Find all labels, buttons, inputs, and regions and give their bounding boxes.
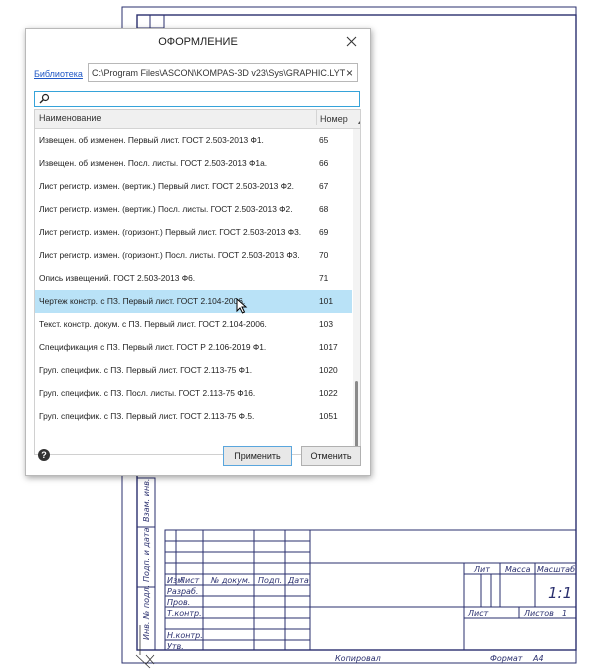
- table-row[interactable]: Чертеж констр. с ПЗ. Первый лист. ГОСТ 2…: [35, 290, 352, 313]
- stamp-role-prov: Пров.: [167, 598, 190, 607]
- row-number: 1022: [319, 388, 338, 398]
- table-row[interactable]: Лист регистр. измен. (горизонт.) Первый …: [35, 221, 352, 244]
- row-number: 71: [319, 273, 329, 283]
- layouts-table: Наименование Номер ▲ Извещен. об изменен…: [34, 109, 361, 455]
- label-inv-podl: Инв. № подл.: [142, 585, 151, 640]
- table-row[interactable]: Опись извещений. ГОСТ 2.503-2013 Ф6. 71: [35, 267, 352, 290]
- row-name: Лист регистр. измен. (горизонт.) Первый …: [39, 227, 302, 237]
- row-number: 70: [319, 250, 329, 260]
- stamp-data: Дата: [287, 576, 309, 585]
- row-number: 67: [319, 181, 329, 191]
- table-row[interactable]: Извещен. об изменен. Посл. листы. ГОСТ 2…: [35, 152, 352, 175]
- stamp-listov-value: 1: [562, 609, 567, 618]
- column-header-name[interactable]: Наименование: [39, 113, 101, 123]
- table-row[interactable]: Лист регистр. измен. (вертик.) Первый ли…: [35, 175, 352, 198]
- stamp-massa: Масса: [505, 565, 531, 574]
- row-number: 101: [319, 296, 333, 306]
- vertical-scrollbar[interactable]: [353, 129, 360, 454]
- library-link[interactable]: Библиотека: [34, 69, 83, 79]
- search-input[interactable]: [34, 91, 360, 107]
- library-path-field[interactable]: C:\Program Files\ASCON\KOMPAS-3D v23\Sys…: [88, 63, 358, 82]
- row-number: 65: [319, 135, 329, 145]
- stamp-list: Лист: [178, 576, 200, 585]
- row-name: Груп. специфик. с ПЗ. Первый лист. ГОСТ …: [39, 411, 255, 421]
- table-row[interactable]: Груп. специфик. с ПЗ. Первый лист. ГОСТ …: [35, 405, 352, 428]
- table-row[interactable]: Спецификация с ПЗ. Первый лист. ГОСТ Р 2…: [35, 336, 352, 359]
- label-kopiroval: Копировал: [335, 654, 381, 663]
- stamp-masshtab: Масштаб: [537, 565, 575, 574]
- row-number: 66: [319, 158, 329, 168]
- row-number: 1017: [319, 342, 338, 352]
- table-row[interactable]: Лист регистр. измен. (вертик.) Посл. лис…: [35, 198, 352, 221]
- row-name: Груп. специфик. с ПЗ. Посл. листы. ГОСТ …: [39, 388, 256, 398]
- row-name: Опись извещений. ГОСТ 2.503-2013 Ф6.: [39, 273, 196, 283]
- row-name: Лист регистр. измен. (вертик.) Посл. лис…: [39, 204, 293, 214]
- row-name: Лист регистр. измен. (вертик.) Первый ли…: [39, 181, 294, 191]
- row-number: 103: [319, 319, 333, 329]
- table-row[interactable]: Груп. специфик. с ПЗ. Посл. листы. ГОСТ …: [35, 382, 352, 405]
- cancel-button[interactable]: Отменить: [301, 446, 361, 466]
- table-row[interactable]: Груп. специфик. с ПЗ. Первый лист. ГОСТ …: [35, 359, 352, 382]
- column-header-number[interactable]: Номер ▲: [316, 110, 360, 126]
- column-header-number-label: Номер: [320, 114, 348, 124]
- label-vzam-inv: Взам. инв.: [142, 479, 151, 522]
- row-number: 1051: [319, 411, 338, 421]
- table-row[interactable]: Извещен. об изменен. Первый лист. ГОСТ 2…: [35, 129, 352, 152]
- stamp-role-razrab: Разраб.: [167, 587, 198, 596]
- dialog-titlebar[interactable]: ОФОРМЛЕНИЕ: [26, 29, 370, 56]
- row-name: Чертеж констр. с ПЗ. Первый лист. ГОСТ 2…: [39, 296, 246, 306]
- row-name: Груп. специфик. с ПЗ. Первый лист. ГОСТ …: [39, 365, 253, 375]
- table-row[interactable]: Лист регистр. измен. (горизонт.) Посл. л…: [35, 244, 352, 267]
- stamp-list-right: Лист: [467, 609, 489, 618]
- stamp-scale-value: 1:1: [548, 584, 572, 602]
- stamp-listov: Листов: [523, 609, 554, 618]
- row-name: Извещен. об изменен. Первый лист. ГОСТ 2…: [39, 135, 264, 145]
- table-body: Извещен. об изменен. Первый лист. ГОСТ 2…: [35, 129, 352, 428]
- label-format-value: А4: [532, 654, 544, 663]
- oformlenie-dialog: ОФОРМЛЕНИЕ Библиотека C:\Program Files\A…: [25, 28, 371, 476]
- label-podp-data: Подп. и дата: [142, 527, 151, 582]
- library-path-value: C:\Program Files\ASCON\KOMPAS-3D v23\Sys…: [92, 68, 346, 78]
- scrollbar-thumb[interactable]: [355, 381, 358, 451]
- row-number: 1020: [319, 365, 338, 375]
- table-row[interactable]: Текст. констр. докум. с ПЗ. Первый лист.…: [35, 313, 352, 336]
- row-name: Спецификация с ПЗ. Первый лист. ГОСТ Р 2…: [39, 342, 267, 352]
- search-icon: [39, 93, 50, 104]
- table-header: Наименование Номер ▲: [35, 110, 360, 129]
- label-format: Формат: [490, 654, 523, 663]
- row-name: Лист регистр. измен. (горизонт.) Посл. л…: [39, 250, 300, 260]
- mouse-cursor-icon: [236, 298, 248, 314]
- help-icon[interactable]: ?: [38, 449, 50, 461]
- stamp-role-nkontr: Н.контр.: [167, 631, 203, 640]
- row-number: 68: [319, 204, 329, 214]
- stamp-role-tkontr: Т.контр.: [167, 609, 202, 618]
- apply-button[interactable]: Применить: [223, 446, 292, 466]
- clear-icon[interactable]: ×: [346, 64, 353, 83]
- stamp-role-utv: Утв.: [167, 642, 184, 651]
- row-number: 69: [319, 227, 329, 237]
- stamp-lit: Лит: [473, 565, 490, 574]
- row-name: Извещен. об изменен. Посл. листы. ГОСТ 2…: [39, 158, 268, 168]
- stamp-podp: Подп.: [258, 576, 282, 585]
- dialog-title: ОФОРМЛЕНИЕ: [158, 36, 238, 48]
- row-name: Текст. констр. докум. с ПЗ. Первый лист.…: [39, 319, 267, 329]
- close-icon[interactable]: [342, 32, 362, 52]
- title-block: [164, 529, 577, 651]
- stamp-n-dokum: № докум.: [210, 576, 250, 585]
